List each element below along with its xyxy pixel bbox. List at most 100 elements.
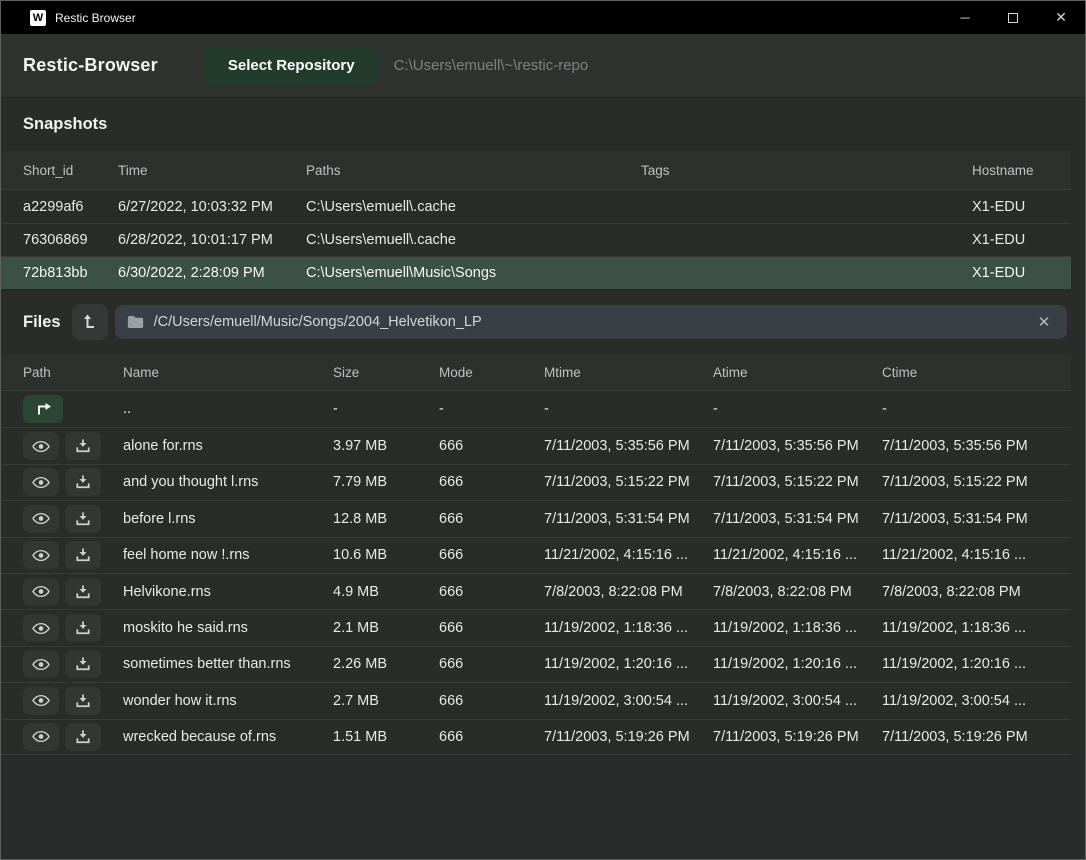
file-atime: 11/19/2002, 1:20:16 ... [713,656,882,672]
col-atime: Atime [713,365,882,380]
file-mtime: 7/11/2003, 5:35:56 PM [544,438,713,454]
download-file-button[interactable] [65,468,101,496]
parent-dir-atime: - [713,401,882,417]
select-repository-button[interactable]: Select Repository [204,47,379,85]
eye-icon [32,622,50,635]
file-ctime: 7/11/2003, 5:15:22 PM [882,474,1071,490]
parent-dir-mode: - [439,401,544,417]
download-icon [76,512,90,526]
app-header: Restic-Browser Select Repository C:\User… [1,34,1085,98]
snapshot-short-id: 76306869 [23,232,118,248]
snapshot-paths: C:\Users\emuell\.cache [306,232,641,248]
download-file-button[interactable] [65,723,101,751]
preview-file-button[interactable] [23,687,59,715]
preview-file-button[interactable] [23,505,59,533]
file-ctime: 7/8/2003, 8:22:08 PM [882,584,1071,600]
file-row[interactable]: before l.rns 12.8 MB 666 7/11/2003, 5:31… [1,500,1071,536]
col-name: Name [123,365,333,380]
parent-dir-row[interactable]: .. - - - - - [1,391,1071,427]
file-mode: 666 [439,693,544,709]
file-mtime: 11/19/2002, 1:18:36 ... [544,620,713,636]
preview-file-button[interactable] [23,432,59,460]
eye-icon [32,658,50,671]
preview-file-button[interactable] [23,650,59,678]
snapshots-header: Snapshots [1,98,1085,151]
file-ctime: 7/11/2003, 5:35:56 PM [882,438,1071,454]
file-size: 4.9 MB [333,584,439,600]
col-ctime: Ctime [882,365,1071,380]
parent-dir-mtime: - [544,401,713,417]
preview-file-button[interactable] [23,541,59,569]
eye-icon [32,512,50,525]
file-row[interactable]: Helvikone.rns 4.9 MB 666 7/8/2003, 8:22:… [1,573,1071,609]
col-short-id: Short_id [23,163,118,178]
file-row[interactable]: wonder how it.rns 2.7 MB 666 11/19/2002,… [1,682,1071,718]
path-input[interactable]: /C/Users/emuell/Music/Songs/2004_Helveti… [115,305,1067,339]
tree-view-toggle-button[interactable] [72,304,108,340]
parent-dir-ctime: - [882,401,1071,417]
maximize-icon [1008,13,1018,23]
window-title: Restic Browser [55,11,136,25]
download-file-button[interactable] [65,687,101,715]
go-up-button[interactable] [23,395,63,423]
file-atime: 11/21/2002, 4:15:16 ... [713,547,882,563]
eye-icon [32,730,50,743]
file-mtime: 11/19/2002, 3:00:54 ... [544,693,713,709]
file-mode: 666 [439,584,544,600]
file-row[interactable]: and you thought l.rns 7.79 MB 666 7/11/2… [1,464,1071,500]
file-mtime: 7/11/2003, 5:19:26 PM [544,729,713,745]
clear-path-button[interactable]: ✕ [1031,309,1057,335]
snapshot-time: 6/28/2022, 10:01:17 PM [118,232,306,248]
file-mode: 666 [439,729,544,745]
download-file-button[interactable] [65,650,101,678]
close-button[interactable]: ✕ [1037,1,1085,34]
eye-icon [32,585,50,598]
snapshot-row[interactable]: 76306869 6/28/2022, 10:01:17 PM C:\Users… [1,223,1071,256]
eye-icon [32,694,50,707]
snapshot-row[interactable]: 72b813bb 6/30/2022, 2:28:09 PM C:\Users\… [1,256,1071,289]
snapshot-row[interactable]: a2299af6 6/27/2022, 10:03:32 PM C:\Users… [1,190,1071,223]
file-mode: 666 [439,656,544,672]
file-row[interactable]: moskito he said.rns 2.1 MB 666 11/19/200… [1,609,1071,645]
preview-file-button[interactable] [23,578,59,606]
preview-file-button[interactable] [23,468,59,496]
file-row[interactable]: wrecked because of.rns 1.51 MB 666 7/11/… [1,719,1071,755]
eye-icon [32,476,50,489]
file-atime: 7/8/2003, 8:22:08 PM [713,584,882,600]
download-file-button[interactable] [65,541,101,569]
empty-area [1,755,1085,859]
snapshot-short-id: a2299af6 [23,199,118,215]
col-paths: Paths [306,163,641,178]
file-mtime: 11/19/2002, 1:20:16 ... [544,656,713,672]
file-name: alone for.rns [123,438,333,454]
file-size: 2.1 MB [333,620,439,636]
col-path: Path [23,365,123,380]
file-atime: 7/11/2003, 5:35:56 PM [713,438,882,454]
file-ctime: 11/19/2002, 1:20:16 ... [882,656,1071,672]
download-file-button[interactable] [65,505,101,533]
download-file-button[interactable] [65,614,101,642]
preview-file-button[interactable] [23,614,59,642]
download-file-button[interactable] [65,432,101,460]
files-title: Files [23,313,61,332]
file-size: 10.6 MB [333,547,439,563]
maximize-button[interactable] [989,1,1037,34]
file-size: 7.79 MB [333,474,439,490]
file-name: before l.rns [123,511,333,527]
file-mode: 666 [439,511,544,527]
download-file-button[interactable] [65,578,101,606]
snapshots-table: Short_id Time Paths Tags Hostname a2299a… [1,151,1071,290]
file-name: sometimes better than.rns [123,656,333,672]
snapshots-title: Snapshots [23,115,107,134]
download-icon [76,585,90,599]
file-row[interactable]: feel home now !.rns 10.6 MB 666 11/21/20… [1,537,1071,573]
minimize-button[interactable]: ─ [941,1,989,34]
file-mode: 666 [439,474,544,490]
file-mtime: 11/21/2002, 4:15:16 ... [544,547,713,563]
file-row[interactable]: alone for.rns 3.97 MB 666 7/11/2003, 5:3… [1,427,1071,463]
file-ctime: 7/11/2003, 5:31:54 PM [882,511,1071,527]
file-row[interactable]: sometimes better than.rns 2.26 MB 666 11… [1,646,1071,682]
preview-file-button[interactable] [23,723,59,751]
file-mode: 666 [439,547,544,563]
download-icon [76,730,90,744]
